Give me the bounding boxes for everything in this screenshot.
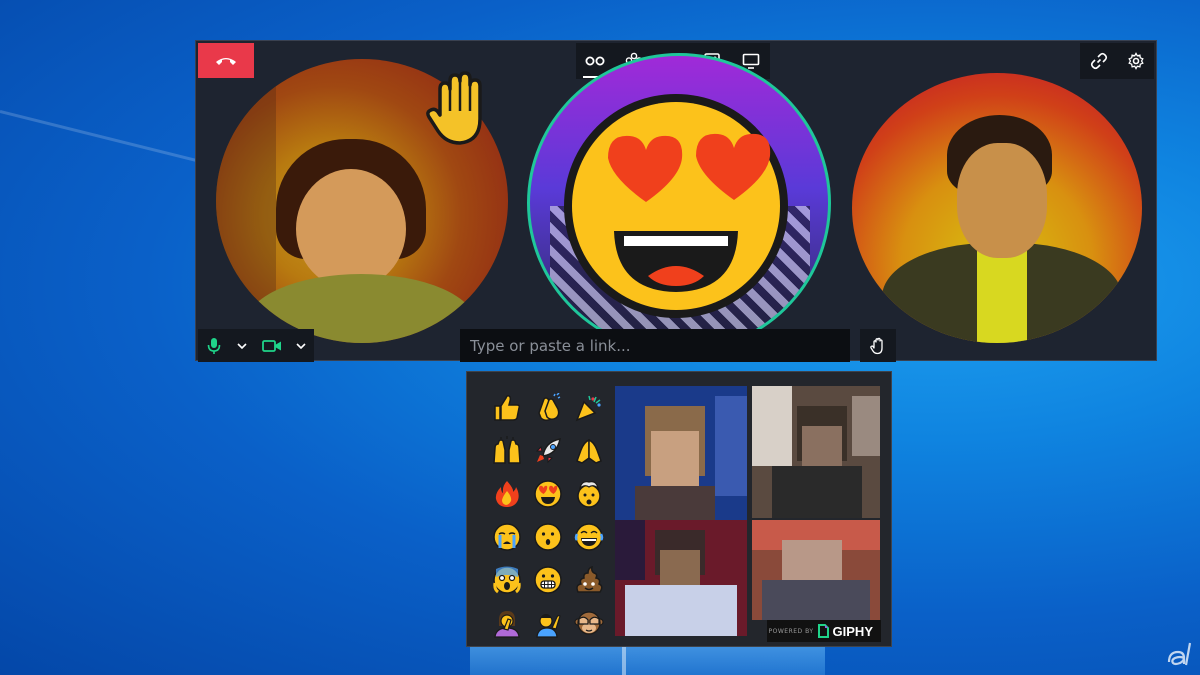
giphy-gif-grid bbox=[615, 386, 880, 636]
emoji-thumbs-up[interactable] bbox=[487, 386, 527, 429]
giphy-attribution: POWERED BY GIPHY bbox=[767, 620, 881, 642]
powered-by-label: POWERED BY bbox=[768, 627, 814, 635]
see-no-evil-monkey-icon bbox=[574, 610, 604, 635]
emoji-raising-hands[interactable] bbox=[487, 429, 527, 472]
emoji-person-facepalming[interactable] bbox=[487, 601, 527, 644]
emoji-folded-hands[interactable] bbox=[569, 429, 609, 472]
rocket-icon bbox=[535, 437, 561, 463]
raise-hand-icon bbox=[870, 337, 883, 354]
gif-thumbnail[interactable] bbox=[752, 520, 880, 620]
reactions-button[interactable] bbox=[860, 329, 896, 362]
microphone-toggle[interactable] bbox=[202, 331, 226, 361]
emoji-heart-eyes[interactable] bbox=[528, 472, 568, 515]
hushed-face-icon bbox=[534, 522, 562, 551]
crying-face-icon bbox=[493, 522, 521, 551]
thumbs-up-icon bbox=[494, 394, 520, 421]
person-facepalming-icon bbox=[494, 610, 520, 638]
emoji-exploding-head[interactable] bbox=[569, 472, 609, 515]
top-right-toolbar bbox=[1080, 43, 1154, 79]
microphone-options-button[interactable] bbox=[233, 331, 251, 361]
gif-thumbnail[interactable] bbox=[752, 386, 880, 518]
emoji-person-raising-hand[interactable] bbox=[528, 601, 568, 644]
heart-eyes-reaction-icon bbox=[564, 94, 788, 318]
fire-icon bbox=[495, 480, 519, 507]
emoji-grimacing[interactable] bbox=[528, 558, 568, 601]
gif-thumbnail[interactable] bbox=[615, 520, 747, 636]
emoji-party-popper[interactable] bbox=[569, 386, 609, 429]
emoji-fire[interactable] bbox=[487, 472, 527, 515]
tears-of-joy-icon bbox=[574, 522, 604, 551]
link-input[interactable] bbox=[460, 329, 850, 362]
folded-hands-icon bbox=[576, 438, 602, 464]
participant-video-man bbox=[852, 73, 1142, 343]
publisher-watermark-icon bbox=[1167, 642, 1192, 666]
pile-of-poo-icon bbox=[576, 565, 603, 593]
emoji-hushed[interactable] bbox=[528, 515, 568, 558]
copy-link-button[interactable] bbox=[1082, 46, 1116, 76]
raising-hands-icon bbox=[493, 435, 521, 464]
emoji-clapping-hands[interactable] bbox=[528, 386, 568, 429]
party-popper-icon bbox=[575, 395, 601, 421]
participants-icon bbox=[585, 56, 605, 66]
media-controls bbox=[198, 329, 314, 362]
exploding-head-icon bbox=[577, 480, 601, 508]
screaming-face-icon bbox=[493, 565, 521, 594]
camera-icon bbox=[261, 339, 281, 352]
video-call-window bbox=[195, 40, 1157, 362]
chevron-down-icon bbox=[237, 342, 247, 349]
emoji-crying[interactable] bbox=[487, 515, 527, 558]
raised-hand-icon bbox=[426, 71, 482, 145]
emoji-rocket[interactable] bbox=[528, 429, 568, 472]
settings-button[interactable] bbox=[1119, 46, 1153, 76]
giphy-brand-label: GIPHY bbox=[832, 623, 873, 639]
giphy-logo-icon bbox=[817, 624, 829, 638]
reactions-panel: POWERED BY GIPHY bbox=[466, 371, 892, 647]
camera-options-button[interactable] bbox=[292, 331, 310, 361]
camera-toggle[interactable] bbox=[259, 331, 285, 361]
emoji-screaming[interactable] bbox=[487, 558, 527, 601]
emoji-see-no-evil-monkey[interactable] bbox=[569, 601, 609, 644]
emoji-tears-of-joy[interactable] bbox=[569, 515, 609, 558]
gear-icon bbox=[1127, 52, 1144, 70]
link-icon bbox=[1090, 52, 1107, 70]
chevron-down-icon bbox=[296, 342, 306, 349]
emoji-reaction-grid bbox=[487, 386, 612, 644]
clapping-hands-icon bbox=[538, 392, 561, 421]
person-raising-hand-icon bbox=[536, 613, 561, 638]
emoji-pile-of-poo[interactable] bbox=[569, 558, 609, 601]
grimacing-face-icon bbox=[534, 565, 562, 594]
heart-eyes-icon bbox=[534, 479, 562, 508]
microphone-icon bbox=[207, 337, 221, 354]
